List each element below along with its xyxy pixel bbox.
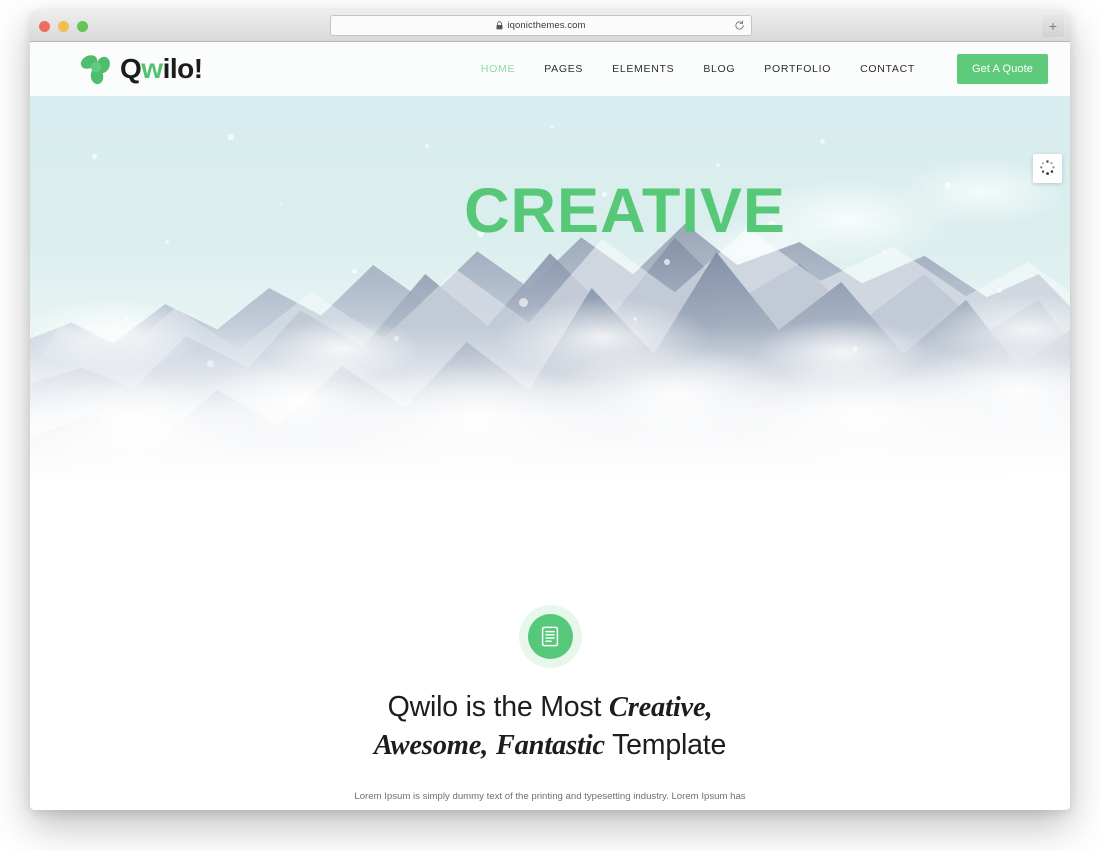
browser-toolbar: iqonicthemes.com + <box>30 10 1070 42</box>
address-bar[interactable]: iqonicthemes.com <box>330 15 752 36</box>
lock-icon <box>496 21 503 30</box>
nav-item-home[interactable]: HOME <box>481 63 515 75</box>
browser-window: iqonicthemes.com + Qwilo! HOME PAGES ELE… <box>30 10 1070 810</box>
reload-icon[interactable] <box>734 20 745 31</box>
feature-section: Qwilo is the Most Creative, Awesome, Fan… <box>30 576 1070 810</box>
page-viewport: Qwilo! HOME PAGES ELEMENTS BLOG PORTFOLI… <box>30 42 1070 810</box>
screenshot-root: iqonicthemes.com + Qwilo! HOME PAGES ELE… <box>0 0 1100 851</box>
address-bar-content: iqonicthemes.com <box>496 20 585 31</box>
main-navigation: HOME PAGES ELEMENTS BLOG PORTFOLIO CONTA… <box>481 54 1048 84</box>
window-controls <box>39 21 88 32</box>
minimize-window-button[interactable] <box>58 21 69 32</box>
document-list-icon <box>541 626 559 647</box>
feature-heading: Qwilo is the Most Creative, Awesome, Fan… <box>335 689 765 765</box>
feature-icon-badge <box>527 614 573 659</box>
site-header: Qwilo! HOME PAGES ELEMENTS BLOG PORTFOLI… <box>30 42 1070 96</box>
loading-spinner-icon <box>1040 160 1055 175</box>
feature-heading-part2: Template <box>604 728 727 761</box>
get-a-quote-button[interactable]: Get A Quote <box>956 54 1048 84</box>
close-window-button[interactable] <box>39 21 50 32</box>
hero-section: CREATIVE <box>30 96 1070 576</box>
feature-heading-part1: Qwilo is the Most <box>387 691 609 723</box>
address-bar-url: iqonicthemes.com <box>507 20 586 31</box>
loading-widget[interactable] <box>1033 154 1062 183</box>
maximize-window-button[interactable] <box>77 21 88 32</box>
brand-logo[interactable]: Qwilo! <box>78 53 203 85</box>
nav-item-blog[interactable]: BLOG <box>703 63 735 75</box>
brand-name: Qwilo! <box>120 53 203 84</box>
hero-cloud-sea <box>30 326 1070 576</box>
feature-heading-emphasis-2: Fantastic <box>495 729 605 761</box>
clover-logo-icon <box>80 55 110 85</box>
new-tab-button[interactable]: + <box>1042 15 1064 37</box>
nav-item-portfolio[interactable]: PORTFOLIO <box>764 63 831 75</box>
nav-item-pages[interactable]: PAGES <box>544 63 583 75</box>
nav-item-contact[interactable]: CONTACT <box>860 63 915 75</box>
nav-item-elements[interactable]: ELEMENTS <box>612 63 674 75</box>
hero-title: CREATIVE <box>464 176 786 246</box>
feature-body-text: Lorem Ipsum is simply dummy text of the … <box>354 790 746 802</box>
